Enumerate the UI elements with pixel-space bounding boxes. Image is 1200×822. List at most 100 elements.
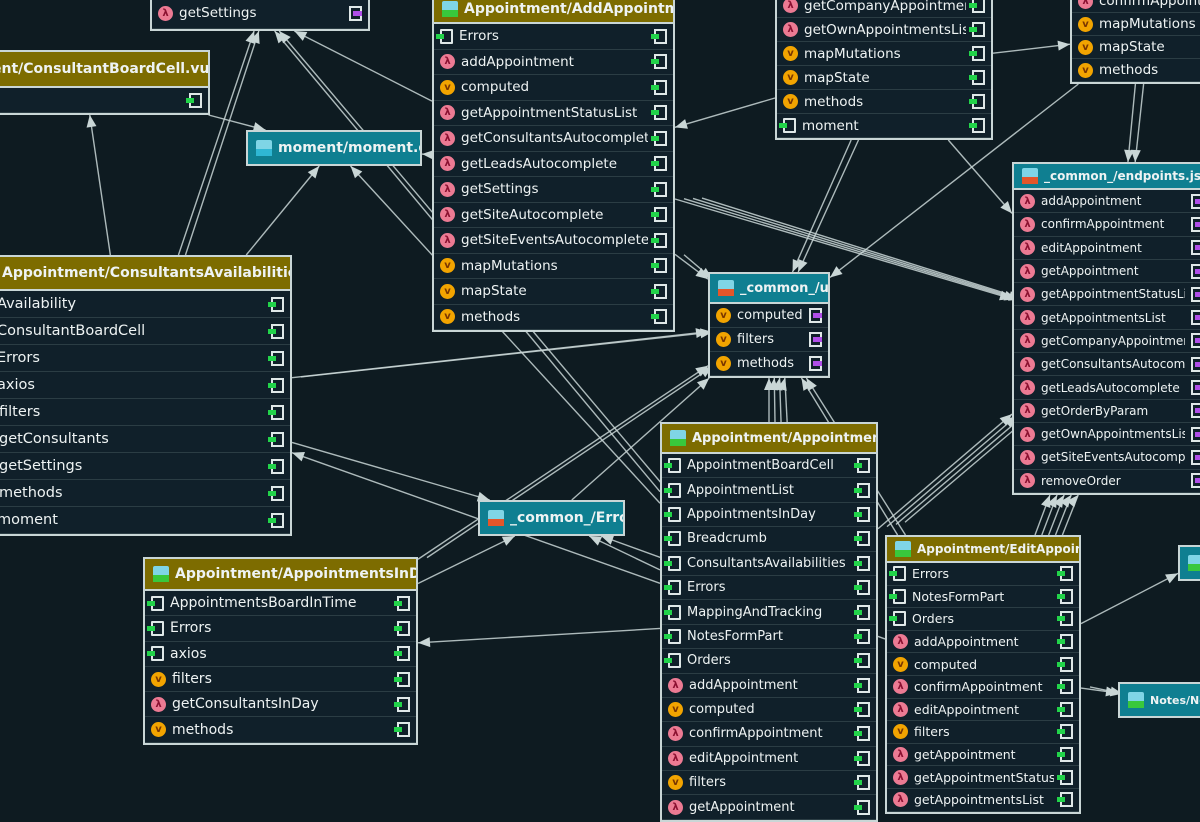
module-node[interactable]: Appointment/ConsultantsAvailabilities.vu… xyxy=(0,255,292,536)
module-node[interactable]: _common_/endpoints.js λ addAppointment λ con… xyxy=(1012,162,1200,495)
member-row[interactable]: v computed xyxy=(434,75,673,101)
port-icon[interactable] xyxy=(651,54,667,70)
member-row[interactable]: ConsultantsAvailabilities xyxy=(662,552,876,576)
port-icon[interactable] xyxy=(1191,473,1200,489)
member-row[interactable]: NotesFormPart xyxy=(887,586,1079,609)
member-row[interactable]: moment xyxy=(777,114,991,138)
module-node[interactable]: _common_/Errors.js xyxy=(478,500,625,536)
member-row[interactable]: λ editAppointment xyxy=(887,699,1079,722)
member-row[interactable]: Orders xyxy=(662,649,876,674)
port-icon[interactable] xyxy=(1191,403,1200,419)
port-icon[interactable] xyxy=(969,94,985,109)
port-icon[interactable] xyxy=(1057,611,1073,627)
member-row[interactable]: v mapState xyxy=(434,279,673,305)
module-header[interactable]: Appointment/AppointmentsInDay.vue xyxy=(145,559,416,591)
port-icon[interactable] xyxy=(268,458,284,474)
member-row[interactable]: axios xyxy=(0,372,290,399)
member-row[interactable]: vmethods xyxy=(1072,59,1200,82)
port-icon[interactable] xyxy=(651,79,667,95)
member-row[interactable]: λ getOrderByParam xyxy=(1014,400,1200,423)
port-icon[interactable] xyxy=(1057,724,1073,740)
member-row[interactable]: v filters xyxy=(662,771,876,796)
module-header[interactable]: _common_/Errors.js xyxy=(480,502,623,534)
member-row[interactable]: vmethods xyxy=(710,352,828,376)
module-node[interactable]: λ getCompanyAppointmentsList λ getOwnAppoin… xyxy=(775,0,993,140)
port-icon[interactable] xyxy=(394,671,410,687)
member-row[interactable]: vmethods xyxy=(0,480,290,507)
port-icon[interactable] xyxy=(394,646,410,662)
port-icon[interactable] xyxy=(268,377,284,393)
member-row[interactable]: vmethods xyxy=(145,717,416,743)
port-icon[interactable] xyxy=(651,28,667,44)
module-node[interactable]: Notes/NotesFo xyxy=(1118,682,1200,718)
member-row[interactable]: AppointmentsBoardInTime xyxy=(145,591,416,617)
member-row[interactable]: λ confirmAppointment xyxy=(1014,213,1200,237)
port-icon[interactable] xyxy=(268,404,284,420)
module-header[interactable]: ent/ConsultantBoardCell.vue xyxy=(0,52,208,88)
port-icon[interactable] xyxy=(186,92,202,108)
member-row[interactable]: AppointmentList xyxy=(662,478,876,503)
port-icon[interactable] xyxy=(1057,679,1073,695)
port-icon[interactable] xyxy=(854,580,870,596)
port-icon[interactable] xyxy=(1191,193,1200,209)
port-icon[interactable] xyxy=(1191,380,1200,396)
port-icon[interactable] xyxy=(349,5,362,21)
member-row[interactable]: λ getAppointment xyxy=(887,744,1079,767)
member-row[interactable]: v mapState xyxy=(1072,36,1200,59)
member-row[interactable]: moment xyxy=(0,507,290,534)
module-header[interactable]: Appointment/AddAppointment.vue xyxy=(434,0,673,24)
member-row[interactable]: v mapMutations xyxy=(777,42,991,66)
port-icon[interactable] xyxy=(809,332,822,347)
member-row[interactable]: v computed xyxy=(662,698,876,723)
member-row[interactable]: Orders xyxy=(887,608,1079,631)
port-icon[interactable] xyxy=(969,22,985,37)
member-row[interactable]: λ addAppointment xyxy=(1014,190,1200,214)
port-icon[interactable] xyxy=(1191,286,1200,302)
module-node[interactable]: ent/ConsultantBoardCell.vue xyxy=(0,50,210,115)
member-row[interactable] xyxy=(0,88,208,113)
port-icon[interactable] xyxy=(1191,310,1200,326)
member-row[interactable]: v computed xyxy=(887,653,1079,676)
port-icon[interactable] xyxy=(854,531,870,547)
port-icon[interactable] xyxy=(1057,634,1073,650)
member-row[interactable]: λ getAppointmentsList xyxy=(1014,306,1200,330)
member-row[interactable]: λ editAppointment xyxy=(1014,237,1200,260)
port-icon[interactable] xyxy=(394,696,410,712)
port-icon[interactable] xyxy=(1057,588,1073,604)
member-row[interactable]: λ getSiteEventsAutocomplete xyxy=(1014,446,1200,470)
port-icon[interactable] xyxy=(394,722,410,738)
member-row[interactable]: λ getConsultantsInDay xyxy=(145,692,416,718)
port-icon[interactable] xyxy=(651,207,667,223)
member-row[interactable]: Errors xyxy=(434,24,673,50)
port-icon[interactable] xyxy=(854,775,870,791)
member-row[interactable]: λ confirmAppointment xyxy=(887,676,1079,699)
member-row[interactable]: λ getAppointmentsList xyxy=(887,789,1079,812)
module-header[interactable]: Appointment/ConsultantsAvailabilities.vu… xyxy=(0,257,290,291)
member-row[interactable]: Errors xyxy=(662,576,876,601)
member-row[interactable]: λ getCompanyAppointmentsList xyxy=(777,0,991,18)
port-icon[interactable] xyxy=(651,309,667,325)
member-row[interactable]: Errors xyxy=(0,345,290,372)
member-row[interactable]: Availability xyxy=(0,291,290,318)
member-row[interactable]: MappingAndTracking xyxy=(662,600,876,625)
port-icon[interactable] xyxy=(1057,747,1073,763)
member-row[interactable]: ConsultantBoardCell xyxy=(0,318,290,345)
module-node[interactable]: moment/moment.d.ts xyxy=(246,130,422,166)
port-icon[interactable] xyxy=(854,555,870,571)
member-row[interactable]: λ getAppointment xyxy=(1014,260,1200,284)
port-icon[interactable] xyxy=(854,726,870,742)
member-row[interactable]: AppointmentsInDay xyxy=(662,503,876,528)
port-icon[interactable] xyxy=(854,506,870,522)
member-row[interactable]: λ getConsultantsAutocomplete xyxy=(1014,353,1200,377)
port-icon[interactable] xyxy=(1191,356,1200,372)
module-header[interactable] xyxy=(1180,547,1200,579)
port-icon[interactable] xyxy=(651,258,667,274)
module-header[interactable]: Appointment/Appointment.vue xyxy=(662,424,876,454)
module-node[interactable]: Appointment/EditAppointment.vue Errors Not… xyxy=(885,535,1081,814)
port-icon[interactable] xyxy=(854,702,870,718)
module-node[interactable]: λ confirmAppointment v mapMutations v mapStat… xyxy=(1070,0,1200,84)
port-icon[interactable] xyxy=(268,485,284,501)
port-icon[interactable] xyxy=(1191,449,1200,465)
port-icon[interactable] xyxy=(651,156,667,172)
port-icon[interactable] xyxy=(1191,263,1200,279)
